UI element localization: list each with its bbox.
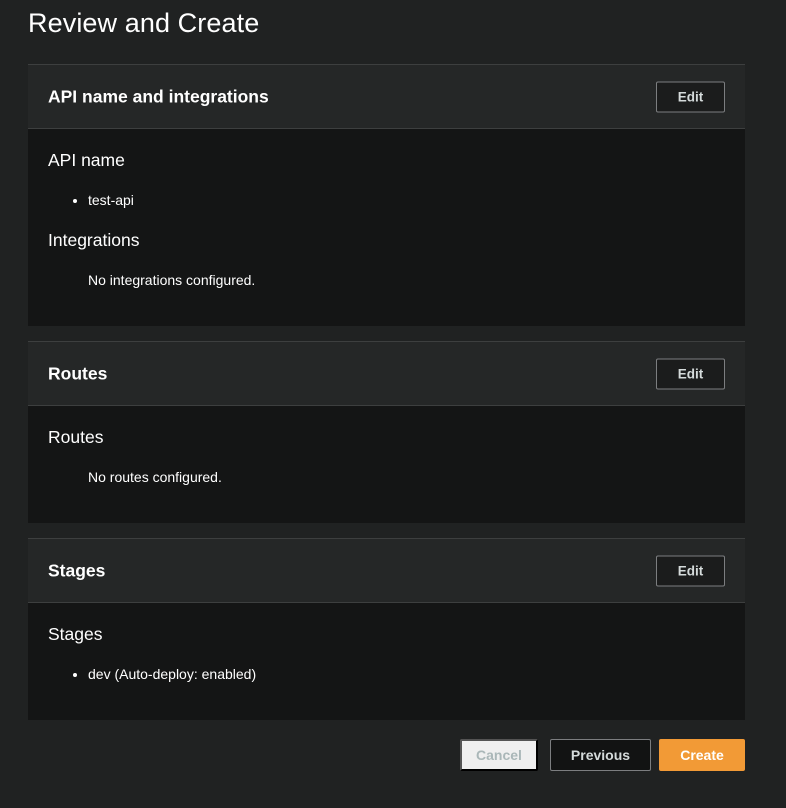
previous-button[interactable]: Previous [550, 739, 651, 771]
create-button[interactable]: Create [659, 739, 745, 771]
api-name-integrations-panel: API name and integrations Edit API name … [28, 64, 745, 326]
api-panel-heading: API name and integrations [48, 86, 269, 106]
integrations-heading: Integrations [48, 230, 140, 250]
routes-panel-heading: Routes [48, 363, 108, 383]
routes-panel-header: Routes Edit [28, 342, 745, 406]
edit-routes-button[interactable]: Edit [656, 358, 725, 389]
cancel-button[interactable]: Cancel [460, 739, 538, 771]
edit-api-button[interactable]: Edit [656, 81, 725, 112]
stages-subheading: Stages [48, 624, 103, 644]
routes-subheading: Routes [48, 427, 104, 447]
routes-panel: Routes Edit Routes No routes configured. [28, 341, 745, 523]
edit-stages-button[interactable]: Edit [656, 555, 725, 586]
api-panel-header: API name and integrations Edit [28, 65, 745, 129]
page-title: Review and Create [28, 8, 260, 38]
api-name-list: test-api [88, 190, 134, 210]
api-name-heading: API name [48, 150, 125, 170]
routes-empty-text: No routes configured. [88, 469, 222, 485]
review-and-create-page: Review and Create API name and integrati… [0, 0, 786, 808]
stages-panel-header: Stages Edit [28, 539, 745, 603]
stages-panel: Stages Edit Stages dev (Auto-deploy: ena… [28, 538, 745, 720]
stages-panel-heading: Stages [48, 560, 106, 580]
stages-list: dev (Auto-deploy: enabled) [88, 664, 256, 684]
stage-item: dev (Auto-deploy: enabled) [88, 664, 256, 684]
api-name-item: test-api [88, 190, 134, 210]
integrations-empty-text: No integrations configured. [88, 272, 256, 288]
